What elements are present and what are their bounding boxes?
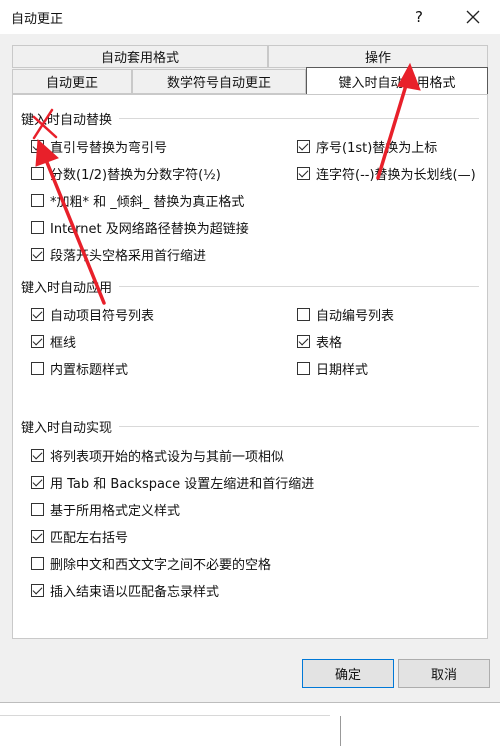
option-format-like-previous[interactable]: 将列表项开始的格式设为与其前一项相似 bbox=[31, 445, 284, 465]
option-smart-quotes[interactable]: 直引号替换为弯引号 bbox=[31, 136, 167, 156]
checkbox[interactable] bbox=[297, 166, 310, 180]
option-tables[interactable]: 表格 bbox=[297, 331, 342, 351]
option-label: 日期样式 bbox=[316, 362, 369, 378]
checkbox[interactable] bbox=[31, 193, 44, 207]
section-divider bbox=[119, 286, 479, 287]
close-button[interactable] bbox=[452, 0, 494, 34]
checkbox[interactable] bbox=[31, 529, 44, 543]
checkbox[interactable] bbox=[31, 361, 44, 375]
tab-autocorrect[interactable]: 自动更正 bbox=[12, 69, 132, 94]
option-match-parentheses[interactable]: 匹配左右括号 bbox=[31, 526, 128, 546]
background-mark bbox=[340, 716, 349, 746]
option-fractions[interactable]: 分数(1/2)替换为分数字符(½) bbox=[31, 163, 221, 183]
tab-math-autocorrect[interactable]: 数学符号自动更正 bbox=[132, 69, 306, 94]
checkbox[interactable] bbox=[31, 247, 44, 261]
checkbox[interactable] bbox=[297, 334, 310, 348]
section-divider bbox=[119, 426, 479, 427]
option-define-styles[interactable]: 基于所用格式定义样式 bbox=[31, 499, 180, 519]
option-bulleted-lists[interactable]: 自动项目符号列表 bbox=[31, 304, 154, 324]
option-label: 序号(1st)替换为上标 bbox=[316, 140, 438, 156]
ok-button[interactable]: 确定 bbox=[302, 659, 394, 688]
checkbox[interactable] bbox=[31, 448, 44, 462]
help-button[interactable]: ? bbox=[398, 0, 440, 34]
option-dashes[interactable]: 连字符(--)替换为长划线(—) bbox=[297, 163, 476, 183]
checkbox[interactable] bbox=[31, 502, 44, 516]
option-label: Internet 及网络路径替换为超链接 bbox=[50, 221, 249, 237]
background-document bbox=[0, 703, 500, 749]
option-label: 基于所用格式定义样式 bbox=[50, 503, 181, 519]
option-label: 自动项目符号列表 bbox=[50, 308, 155, 324]
autocorrect-dialog: 自动更正 ? 自动套用格式 操作 自动更正 数学符号自动更正 键入时自动套用格式… bbox=[0, 0, 500, 703]
section-label-implement: 键入时自动实现 bbox=[21, 421, 113, 436]
tab-autoformat[interactable]: 自动套用格式 bbox=[12, 45, 268, 68]
option-hyperlinks[interactable]: Internet 及网络路径替换为超链接 bbox=[31, 217, 249, 237]
checkbox[interactable] bbox=[31, 583, 44, 597]
option-label: *加粗* 和 _倾斜_ 替换为真正格式 bbox=[50, 194, 245, 210]
option-label: 用 Tab 和 Backspace 设置左缩进和首行缩进 bbox=[50, 476, 315, 492]
option-label: 插入结束语以匹配备忘录样式 bbox=[50, 584, 220, 600]
checkbox[interactable] bbox=[297, 139, 310, 153]
options-panel: 键入时自动替换 直引号替换为弯引号 分数(1/2)替换为分数字符(½) *加粗*… bbox=[12, 94, 488, 639]
option-label: 框线 bbox=[50, 335, 77, 351]
option-label: 自动编号列表 bbox=[316, 308, 395, 324]
cancel-button[interactable]: 取消 bbox=[398, 659, 490, 688]
option-label: 内置标题样式 bbox=[50, 362, 129, 378]
option-numbered-lists[interactable]: 自动编号列表 bbox=[297, 304, 394, 324]
option-label: 删除中文和西文文字之间不必要的空格 bbox=[50, 557, 272, 573]
option-tab-backspace-indent[interactable]: 用 Tab 和 Backspace 设置左缩进和首行缩进 bbox=[31, 472, 314, 492]
option-label: 连字符(--)替换为长划线(—) bbox=[316, 167, 476, 183]
option-label: 分数(1/2)替换为分数字符(½) bbox=[50, 167, 221, 183]
option-heading-styles[interactable]: 内置标题样式 bbox=[31, 358, 128, 378]
section-label-apply: 键入时自动应用 bbox=[21, 281, 113, 296]
close-icon bbox=[466, 10, 480, 24]
section-divider bbox=[119, 118, 479, 119]
checkbox[interactable] bbox=[31, 556, 44, 570]
option-label: 段落开头空格采用首行缩进 bbox=[50, 248, 207, 264]
option-remove-spaces[interactable]: 删除中文和西文文字之间不必要的空格 bbox=[31, 553, 271, 573]
checkbox[interactable] bbox=[31, 307, 44, 321]
background-divider bbox=[0, 715, 330, 716]
option-bold-italic[interactable]: *加粗* 和 _倾斜_ 替换为真正格式 bbox=[31, 190, 244, 210]
option-label: 直引号替换为弯引号 bbox=[50, 140, 168, 156]
section-label-replace: 键入时自动替换 bbox=[21, 113, 113, 128]
title-bar: 自动更正 ? bbox=[0, 0, 500, 34]
option-ordinals[interactable]: 序号(1st)替换为上标 bbox=[297, 136, 437, 156]
checkbox[interactable] bbox=[31, 139, 44, 153]
checkbox[interactable] bbox=[31, 166, 44, 180]
tab-actions[interactable]: 操作 bbox=[268, 45, 488, 68]
option-label: 将列表项开始的格式设为与其前一项相似 bbox=[50, 449, 285, 465]
checkbox[interactable] bbox=[297, 307, 310, 321]
checkbox[interactable] bbox=[31, 475, 44, 489]
checkbox[interactable] bbox=[31, 220, 44, 234]
dialog-title: 自动更正 bbox=[11, 12, 64, 27]
option-first-line-indent[interactable]: 段落开头空格采用首行缩进 bbox=[31, 244, 206, 264]
tab-autoformat-as-you-type[interactable]: 键入时自动套用格式 bbox=[306, 67, 488, 94]
option-label: 表格 bbox=[316, 335, 343, 351]
checkbox[interactable] bbox=[297, 361, 310, 375]
option-label: 匹配左右括号 bbox=[50, 530, 129, 546]
tab-row-2: 自动更正 数学符号自动更正 键入时自动套用格式 bbox=[12, 67, 488, 94]
tab-row-1: 自动套用格式 操作 bbox=[12, 45, 488, 68]
option-date-styles[interactable]: 日期样式 bbox=[297, 358, 368, 378]
checkbox[interactable] bbox=[31, 334, 44, 348]
option-closing-phrase[interactable]: 插入结束语以匹配备忘录样式 bbox=[31, 580, 219, 600]
option-borders[interactable]: 框线 bbox=[31, 331, 76, 351]
